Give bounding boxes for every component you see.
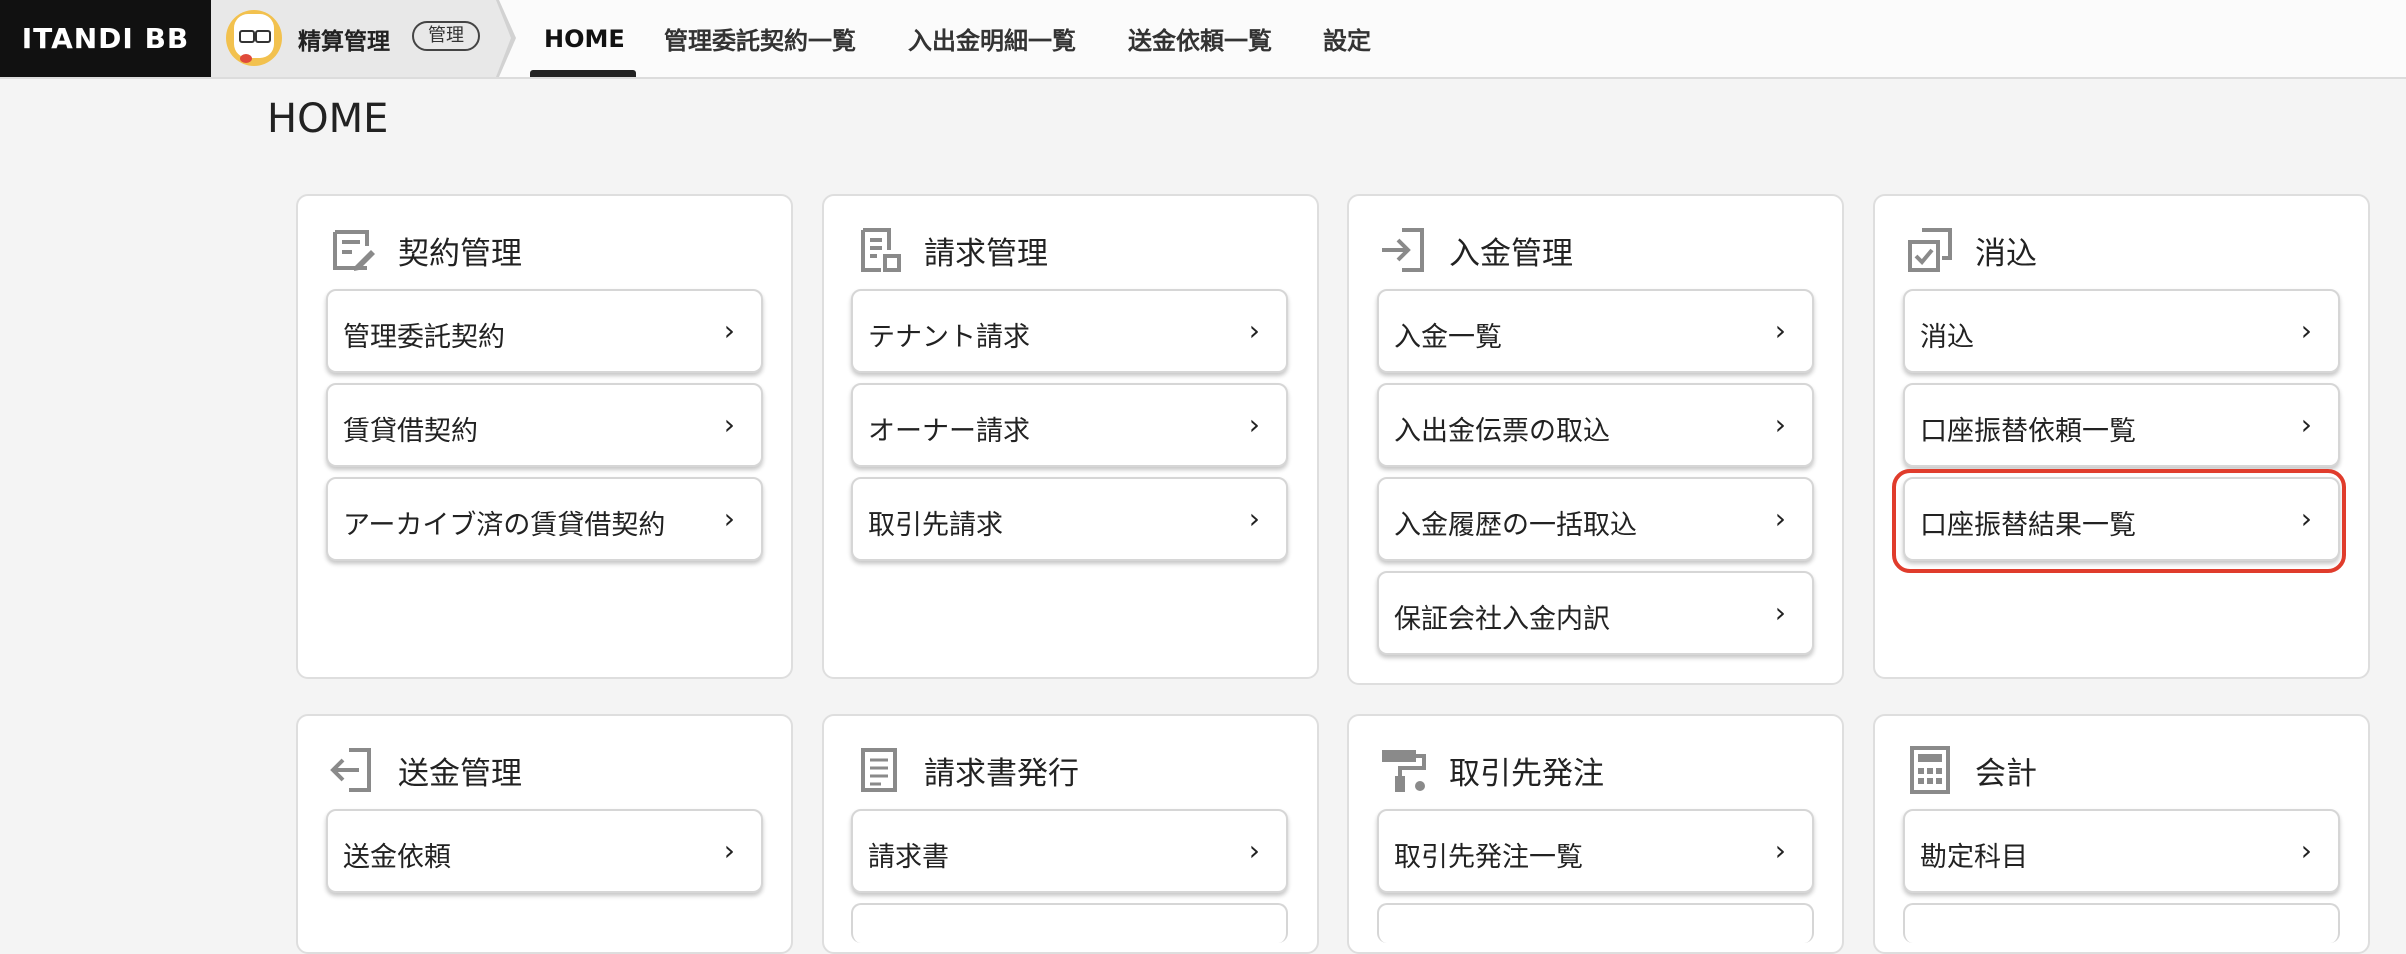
paint-roller-icon — [1382, 750, 1426, 792]
menu-item-owner-billing[interactable]: オーナー請求 › — [851, 383, 1288, 467]
menu-item-label: 入金履歴の一括取込 — [1394, 510, 1637, 541]
invoice-document-icon — [861, 228, 901, 272]
card-title-billing-management: 請求管理 — [924, 236, 1048, 272]
chevron-right-icon: › — [1248, 834, 1260, 867]
chevron-right-icon: › — [723, 314, 735, 347]
menu-item-label: 口座振替依頼一覧 — [1920, 416, 2136, 447]
card-title-vendor-orders: 取引先発注 — [1449, 756, 1604, 792]
menu-item-remittance-request[interactable]: 送金依頼 › — [326, 809, 763, 893]
menu-item-lease-contract[interactable]: 賃貸借契約 › — [326, 383, 763, 467]
nav-home[interactable]: HOME — [544, 0, 625, 77]
menu-item-label: 保証会社入金内訳 — [1394, 604, 1610, 635]
chevron-right-icon: › — [1774, 502, 1786, 535]
menu-item-slip-import[interactable]: 入出金伝票の取込 › — [1377, 383, 1814, 467]
menu-item-tenant-billing[interactable]: テナント請求 › — [851, 289, 1288, 373]
chevron-right-icon: › — [2300, 408, 2312, 441]
menu-item-label: 管理委託契約 — [343, 322, 505, 353]
nav-management-contracts[interactable]: 管理委託契約一覧 — [664, 0, 856, 77]
menu-item-label: 送金依頼 — [343, 842, 451, 873]
menu-item-vendor-billing[interactable]: 取引先請求 › — [851, 477, 1288, 561]
nav-deposit-withdrawal-statements[interactable]: 入出金明細一覧 — [908, 0, 1076, 77]
card-title-remittance-management: 送金管理 — [398, 756, 522, 792]
check-copy-icon — [1908, 228, 1952, 272]
menu-item-label: 入金一覧 — [1394, 322, 1502, 353]
menu-item-vendor-order-list[interactable]: 取引先発注一覧 › — [1377, 809, 1814, 893]
app-name: 精算管理 — [298, 29, 390, 55]
menu-item-partial[interactable] — [1377, 903, 1814, 943]
menu-item-direct-debit-requests[interactable]: 口座振替依頼一覧 › — [1903, 383, 2340, 467]
menu-item-label: 勘定科目 — [1920, 842, 2028, 873]
highlight-outline — [1892, 469, 2346, 573]
logout-arrow-icon — [330, 748, 371, 792]
login-arrow-icon — [1382, 228, 1424, 272]
itandi-bb-logo[interactable]: ITANDI BB — [0, 0, 211, 77]
card-title-invoice-issuance: 請求書発行 — [924, 756, 1079, 792]
chevron-right-icon: › — [2300, 834, 2312, 867]
chevron-right-icon: › — [1774, 314, 1786, 347]
menu-item-partial[interactable] — [1903, 903, 2340, 943]
menu-item-guarantor-payment-breakdown[interactable]: 保証会社入金内訳 › — [1377, 571, 1814, 655]
menu-item-label: 消込 — [1920, 322, 1974, 353]
chevron-right-icon: › — [1774, 596, 1786, 629]
menu-item-partial[interactable] — [851, 903, 1288, 943]
menu-item-label: 請求書 — [868, 842, 949, 873]
menu-item-account-titles[interactable]: 勘定科目 › — [1903, 809, 2340, 893]
menu-item-label: アーカイブ済の賃貸借契約 — [343, 510, 666, 541]
menu-item-label: オーナー請求 — [868, 416, 1030, 447]
menu-item-bulk-payment-import[interactable]: 入金履歴の一括取込 › — [1377, 477, 1814, 561]
app-avatar-icon — [226, 10, 282, 66]
menu-item-label: 入出金伝票の取込 — [1394, 416, 1610, 447]
menu-item-reconciliation[interactable]: 消込 › — [1903, 289, 2340, 373]
document-lines-icon — [861, 748, 897, 792]
chevron-right-icon: › — [1248, 408, 1260, 441]
nav-settings[interactable]: 設定 — [1323, 0, 1371, 77]
page-title: HOME — [267, 96, 389, 142]
card-title-contract-management: 契約管理 — [398, 236, 522, 272]
menu-item-payment-list[interactable]: 入金一覧 › — [1377, 289, 1814, 373]
active-nav-indicator — [530, 70, 636, 77]
chevron-right-icon: › — [723, 408, 735, 441]
chevron-right-icon: › — [2300, 314, 2312, 347]
menu-item-invoice[interactable]: 請求書 › — [851, 809, 1288, 893]
nav-remittance-requests[interactable]: 送金依頼一覧 — [1128, 0, 1272, 77]
chevron-right-icon: › — [1248, 502, 1260, 535]
card-title-payment-management: 入金管理 — [1449, 236, 1573, 272]
chevron-right-icon: › — [723, 502, 735, 535]
menu-item-label: テナント請求 — [868, 322, 1030, 353]
chevron-right-icon: › — [723, 834, 735, 867]
chevron-right-icon: › — [1248, 314, 1260, 347]
contract-edit-icon — [333, 230, 375, 271]
menu-item-label: 取引先発注一覧 — [1394, 842, 1583, 873]
menu-item-label: 賃貸借契約 — [343, 416, 478, 447]
calculator-icon — [1910, 746, 1950, 794]
menu-item-archived-lease-contract[interactable]: アーカイブ済の賃貸借契約 › — [326, 477, 763, 561]
menu-item-management-contract[interactable]: 管理委託契約 › — [326, 289, 763, 373]
card-title-accounting: 会計 — [1975, 756, 2037, 792]
chevron-right-icon: › — [1774, 408, 1786, 441]
menu-item-label: 取引先請求 — [868, 510, 1003, 541]
chevron-right-icon: › — [1774, 834, 1786, 867]
role-badge: 管理 — [412, 21, 480, 51]
card-title-reconciliation: 消込 — [1975, 236, 2037, 272]
